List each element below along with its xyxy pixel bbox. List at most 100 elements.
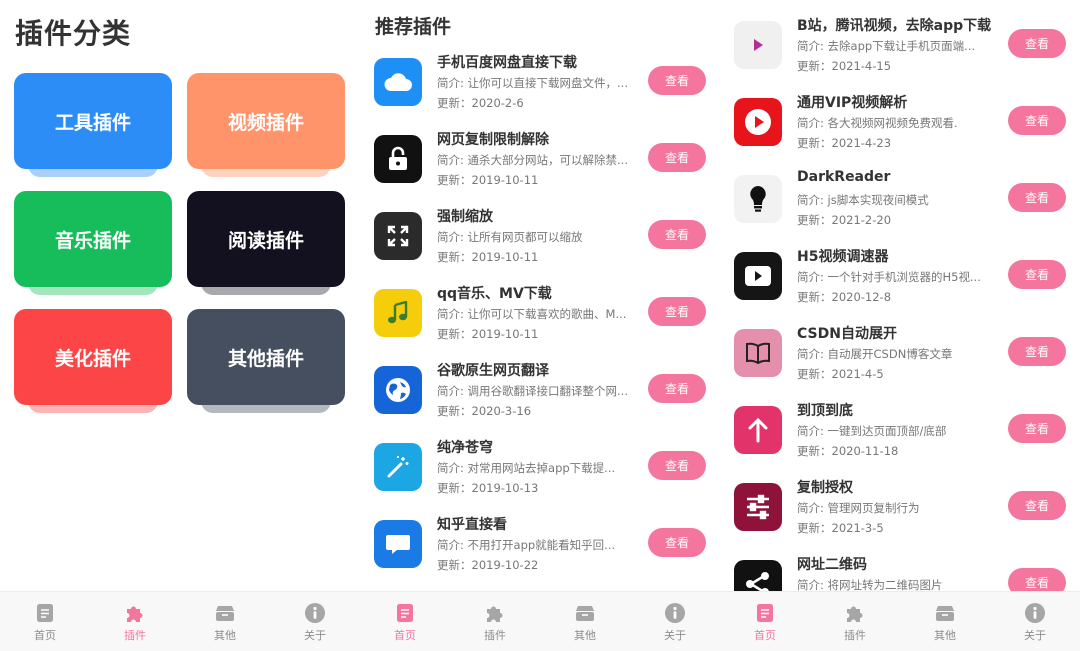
plugin-description: 简介: js脚本实现夜间模式: [797, 193, 929, 207]
plugin-list: B站，腾讯视频，去除app下载 简介: 去除app下载让手机页面端... 更新：20…: [734, 15, 1080, 631]
plugin-name: 知乎直接看: [437, 517, 507, 533]
plugin-name: 复制授权: [797, 480, 853, 496]
tab-label: 关于: [1024, 629, 1046, 642]
plugin-item: 复制授权简介: 管理网页复制行为 更新：2021-3-5 查看: [734, 477, 1080, 554]
plugin-description: 简介: 各大视频网视频免费观看.: [797, 116, 958, 130]
tab-info[interactable]: 关于: [270, 592, 360, 651]
view-button[interactable]: 查看: [648, 143, 706, 172]
screens: 插件分类 工具插件 视频插件 音乐插件 阅读插件 美化插件 其他插件 首页 插件…: [0, 0, 1080, 651]
plugin-name: 到顶到底: [797, 403, 853, 419]
plugin-item: 谷歌原生网页翻译 简介: 调用谷歌翻译接口翻译整个网... 更新：2020-3-16…: [374, 360, 720, 437]
tab-label: 关于: [304, 629, 326, 642]
tab-bar: 首页 插件 其他 关于: [360, 591, 720, 651]
view-button[interactable]: 查看: [1008, 260, 1066, 289]
view-button[interactable]: 查看: [648, 220, 706, 249]
plugin-item: CSDN自动展开 简介: 自动展开CSDN博客文章 更新：2021-4-5 查看: [734, 323, 1080, 400]
plugin-update-date: 更新：2019-10-11: [437, 327, 539, 341]
plugin-description: 简介: 不用打开app就能看知乎回...: [437, 538, 616, 552]
plugin-update-date: 更新：2021-4-23: [797, 136, 892, 150]
plugin-name: 强制缩放: [437, 209, 493, 225]
tab-label: 其他: [214, 629, 236, 642]
plugin-name: DarkReader: [797, 169, 891, 185]
plugin-name: 通用VIP视频解析: [797, 95, 908, 111]
category-tools-wrap: 工具插件: [14, 73, 172, 177]
tab-label: 其他: [934, 629, 956, 642]
tab-bar: 首页 插件 其他 关于: [0, 591, 360, 651]
view-button[interactable]: 查看: [1008, 491, 1066, 520]
puzzle-icon: [124, 602, 146, 624]
tab-label: 首页: [34, 629, 56, 642]
view-button[interactable]: 查看: [1008, 337, 1066, 366]
category-tools-button[interactable]: 工具插件: [14, 73, 172, 169]
plugin-update-date: 更新：2020-2-6: [437, 96, 524, 110]
tab-box[interactable]: 其他: [180, 592, 270, 651]
category-other-button[interactable]: 其他插件: [187, 309, 345, 405]
plugin-update-date: 更新：2019-10-11: [437, 173, 539, 187]
lock-icon: [374, 135, 422, 183]
tab-bar: 首页 插件 其他 关于: [720, 591, 1080, 651]
tab-puzzle[interactable]: 插件: [810, 592, 900, 651]
tab-label: 插件: [124, 629, 146, 642]
plugin-update-date: 更新：2021-4-5: [797, 367, 884, 381]
category-other-wrap: 其他插件: [187, 309, 345, 413]
view-button[interactable]: 查看: [1008, 414, 1066, 443]
plugin-name: B站，腾讯视频，去除app下载: [797, 18, 992, 34]
plugin-name: 纯净苍穹: [437, 440, 493, 456]
tab-info[interactable]: 关于: [990, 592, 1080, 651]
tab-box[interactable]: 其他: [900, 592, 990, 651]
tab-info[interactable]: 关于: [630, 592, 720, 651]
view-button[interactable]: 查看: [648, 451, 706, 480]
view-button[interactable]: 查看: [648, 66, 706, 95]
document-icon: [34, 602, 56, 624]
tab-puzzle[interactable]: 插件: [90, 592, 180, 651]
category-video-button[interactable]: 视频插件: [187, 73, 345, 169]
section-title: 推荐插件: [375, 16, 452, 38]
category-reading-button[interactable]: 阅读插件: [187, 191, 345, 287]
arrow-up-icon: [734, 406, 782, 454]
tab-document[interactable]: 首页: [0, 592, 90, 651]
plugin-update-date: 更新：2020-11-18: [797, 444, 899, 458]
plugin-description: 简介: 通杀大部分网站，可以解除禁...: [437, 153, 628, 167]
category-video-wrap: 视频插件: [187, 73, 345, 177]
plugin-description: 简介: 让你可以下载喜欢的歌曲、M...: [437, 307, 627, 321]
box-icon: [214, 602, 236, 624]
category-reading-wrap: 阅读插件: [187, 191, 345, 295]
plugin-item: 到顶到底简介: 一键到达页面顶部/底部 更新：2020-11-18 查看: [734, 400, 1080, 477]
plugin-name: 手机百度网盘直接下载: [437, 55, 577, 71]
category-beautify-button[interactable]: 美化插件: [14, 309, 172, 405]
plugin-description: 简介: 去除app下载让手机页面端...: [797, 39, 976, 53]
view-button[interactable]: 查看: [1008, 106, 1066, 135]
plugin-list: 手机百度网盘直接下载 简介: 让你可以直接下载网盘文件，... 更新：2020-2-…: [374, 52, 720, 591]
view-button[interactable]: 查看: [648, 528, 706, 557]
play-triangle-icon: [734, 21, 782, 69]
document-icon: [394, 602, 416, 624]
plugin-description: 简介: 管理网页复制行为: [797, 501, 920, 515]
plugin-name: qq音乐、MV下载: [437, 286, 552, 302]
lightbulb-icon: [734, 175, 782, 223]
music-note-icon: [374, 289, 422, 337]
view-button[interactable]: 查看: [648, 374, 706, 403]
tab-document[interactable]: 首页: [360, 592, 450, 651]
video-play-icon: [734, 252, 782, 300]
category-screen: 插件分类 工具插件 视频插件 音乐插件 阅读插件 美化插件 其他插件 首页 插件…: [0, 0, 360, 651]
tab-puzzle[interactable]: 插件: [450, 592, 540, 651]
info-icon: [664, 602, 686, 624]
plugin-description: 简介: 让所有网页都可以缩放: [437, 230, 583, 244]
plugin-name: 网址二维码: [797, 557, 867, 573]
plugin-description: 简介: 一键到达页面顶部/底部: [797, 424, 947, 438]
category-music-button[interactable]: 音乐插件: [14, 191, 172, 287]
plugin-update-date: 更新：2019-10-22: [437, 558, 539, 572]
view-button[interactable]: 查看: [648, 297, 706, 326]
view-button[interactable]: 查看: [1008, 29, 1066, 58]
plugin-update-date: 更新：2019-10-13: [437, 481, 539, 495]
plugin-item: H5视频调速器 简介: 一个针对手机浏览器的H5视... 更新：2020-12-8 查…: [734, 246, 1080, 323]
tab-box[interactable]: 其他: [540, 592, 630, 651]
tab-label: 其他: [574, 629, 596, 642]
plugin-update-date: 更新：2021-3-5: [797, 521, 884, 535]
plugin-update-date: 更新：2021-2-20: [797, 213, 892, 227]
tab-document[interactable]: 首页: [720, 592, 810, 651]
plugin-item: 手机百度网盘直接下载 简介: 让你可以直接下载网盘文件，... 更新：2020-2-…: [374, 52, 720, 129]
category-beautify-wrap: 美化插件: [14, 309, 172, 413]
view-button[interactable]: 查看: [1008, 183, 1066, 212]
plugin-item: 纯净苍穹 简介: 对常用网站去掉app下载提... 更新：2019-10-13 查看: [374, 437, 720, 514]
